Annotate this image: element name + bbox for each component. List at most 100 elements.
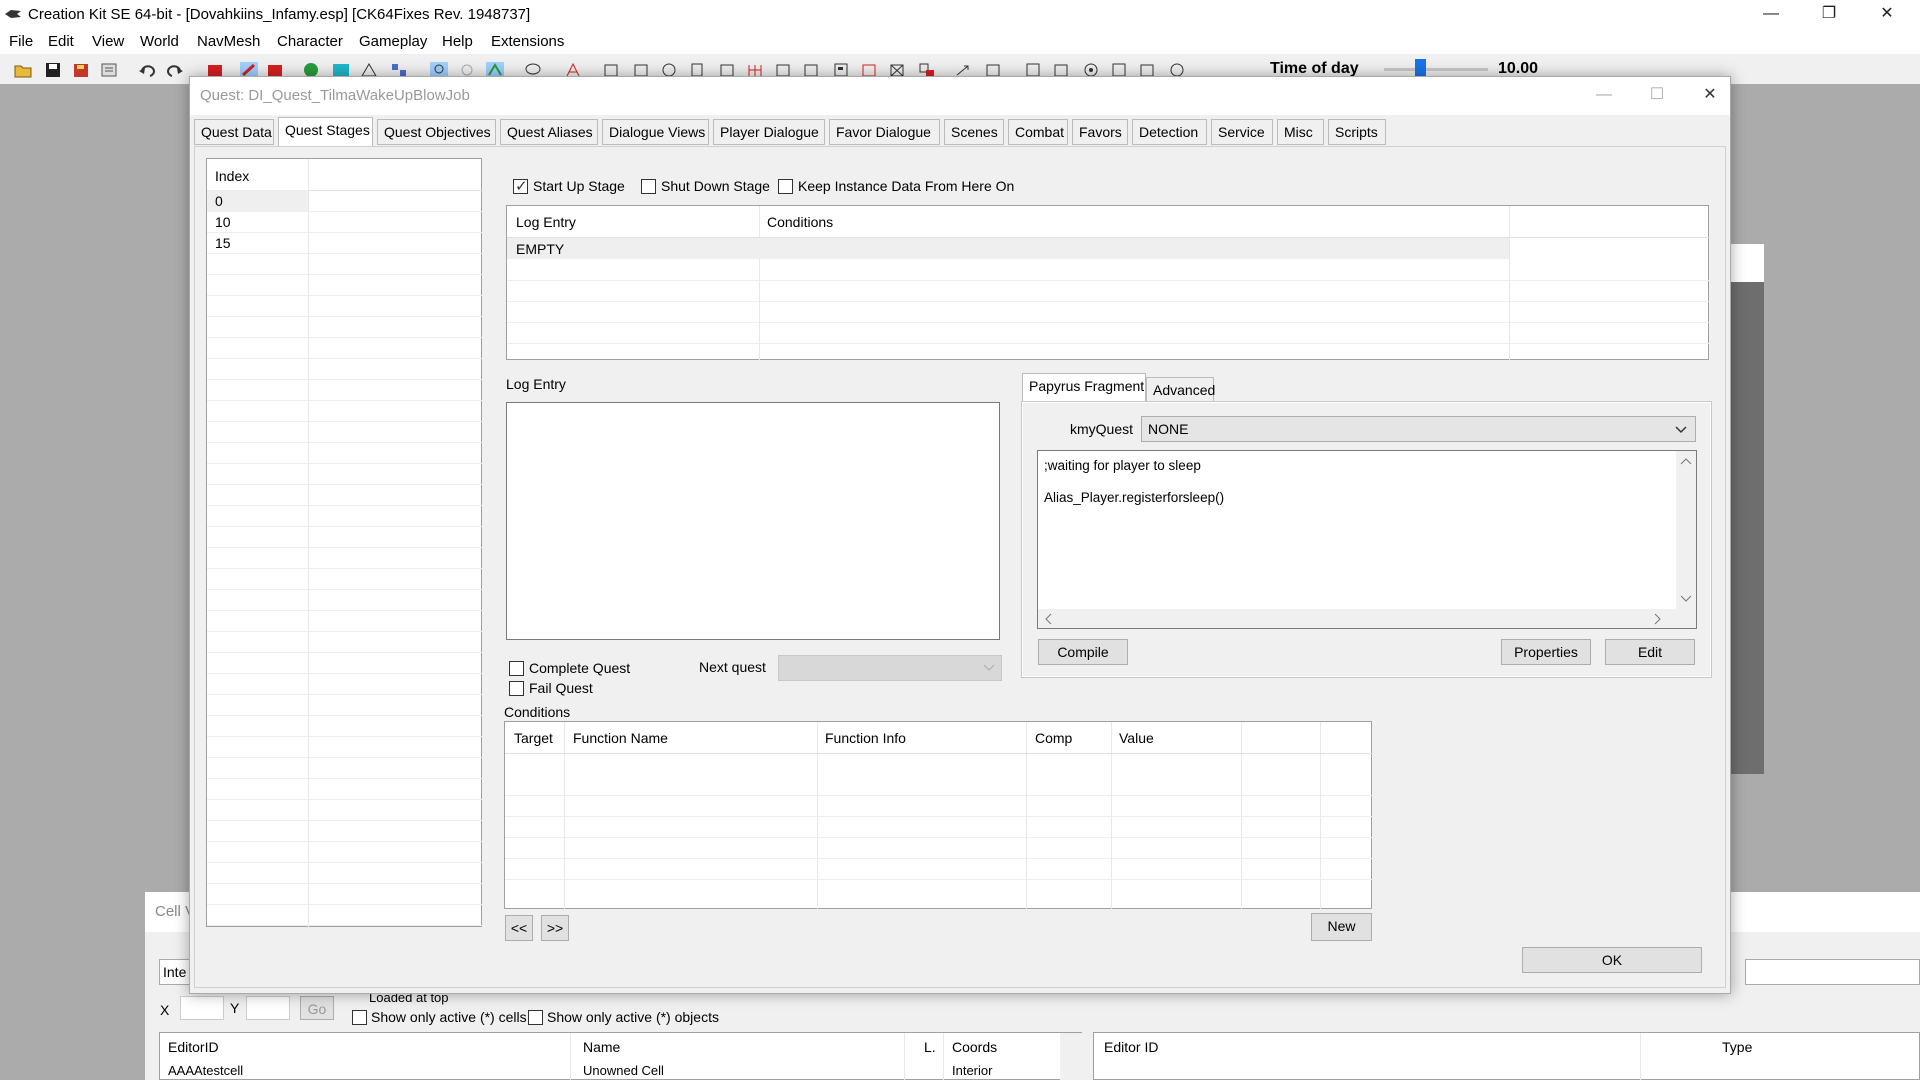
log-row-entry[interactable]: EMPTY bbox=[516, 241, 564, 257]
time-of-day-track[interactable] bbox=[1384, 68, 1488, 71]
tab-quest-stages[interactable]: Quest Stages bbox=[278, 117, 373, 147]
cell-list[interactable]: EditorID Name L. Coords AAAAtestcell Uno… bbox=[159, 1032, 1082, 1080]
tab-detection[interactable]: Detection bbox=[1132, 119, 1207, 145]
cell-col-editorid[interactable]: EditorID bbox=[168, 1039, 219, 1055]
go-button[interactable]: Go bbox=[300, 996, 334, 1020]
edit-button[interactable]: Edit bbox=[1605, 639, 1695, 665]
cell-row-name[interactable]: Unowned Cell bbox=[583, 1063, 664, 1078]
menu-gameplay[interactable]: Gameplay bbox=[359, 33, 427, 50]
menu-edit[interactable]: Edit bbox=[48, 33, 74, 50]
save-icon[interactable] bbox=[44, 62, 62, 78]
menu-extensions[interactable]: Extensions bbox=[491, 33, 564, 50]
menu-character[interactable]: Character bbox=[277, 33, 343, 50]
cond-col-function-name[interactable]: Function Name bbox=[573, 730, 668, 746]
script-vscrollbar[interactable] bbox=[1676, 451, 1696, 609]
ok-button[interactable]: OK bbox=[1522, 947, 1702, 973]
tab-favors[interactable]: Favors bbox=[1072, 119, 1128, 145]
cell-row-editorid[interactable]: AAAAtestcell bbox=[168, 1063, 243, 1078]
cell-filter-input[interactable] bbox=[1745, 959, 1920, 985]
only-active-cells-checkbox[interactable] bbox=[352, 1010, 367, 1025]
cell-col-l[interactable]: L. bbox=[924, 1039, 936, 1055]
script-hscrollbar[interactable] bbox=[1038, 609, 1696, 628]
tab-misc[interactable]: Misc bbox=[1277, 119, 1324, 145]
stage-index-list[interactable]: Index 0 10 15 bbox=[206, 158, 483, 928]
cell-row-coords[interactable]: Interior bbox=[952, 1063, 992, 1078]
preferences-icon[interactable] bbox=[100, 62, 118, 78]
index-grid-line bbox=[207, 232, 483, 233]
save-all-icon[interactable] bbox=[72, 62, 90, 78]
index-row[interactable]: 15 bbox=[215, 235, 231, 251]
next-quest-select[interactable] bbox=[778, 655, 1002, 681]
chevron-down-icon[interactable] bbox=[1680, 595, 1692, 603]
cell-col-coords[interactable]: Coords bbox=[952, 1039, 997, 1055]
restore-button[interactable]: ❐ bbox=[1800, 0, 1858, 30]
menu-view[interactable]: View bbox=[92, 33, 124, 50]
log-col-conditions[interactable]: Conditions bbox=[767, 214, 833, 230]
redo-icon[interactable] bbox=[166, 62, 184, 78]
open-folder-icon[interactable] bbox=[14, 62, 32, 78]
minimize-button[interactable]: — bbox=[1742, 0, 1800, 30]
compile-button[interactable]: Compile bbox=[1038, 639, 1128, 665]
y-coord-input[interactable] bbox=[246, 996, 290, 1020]
cond-col-value[interactable]: Value bbox=[1119, 730, 1154, 746]
menu-help[interactable]: Help bbox=[442, 33, 473, 50]
tab-papyrus-fragment[interactable]: Papyrus Fragment bbox=[1022, 373, 1146, 403]
tab-service[interactable]: Service bbox=[1211, 119, 1273, 145]
tab-dialogue-views[interactable]: Dialogue Views bbox=[602, 119, 709, 145]
cond-col-target[interactable]: Target bbox=[514, 730, 553, 746]
only-active-cells-label: Show only active (*) cells bbox=[371, 1009, 527, 1025]
index-grid-line bbox=[207, 400, 483, 401]
papyrus-script-editor[interactable]: ;waiting for player to sleep Alias_Playe… bbox=[1037, 450, 1697, 629]
cond-col-comp[interactable]: Comp bbox=[1035, 730, 1072, 746]
log-entry-textarea[interactable] bbox=[506, 402, 1000, 640]
next-stage-button[interactable]: >> bbox=[541, 915, 569, 941]
chevron-down-icon bbox=[1675, 426, 1687, 434]
start-up-stage-checkbox[interactable] bbox=[513, 177, 528, 195]
tab-quest-aliases[interactable]: Quest Aliases bbox=[500, 119, 598, 145]
tab-combat[interactable]: Combat bbox=[1008, 119, 1068, 145]
tab-quest-data[interactable]: Quest Data bbox=[194, 119, 274, 145]
tab-advanced[interactable]: Advanced bbox=[1146, 377, 1215, 403]
object-col-type-label[interactable]: Type bbox=[1722, 1039, 1752, 1055]
chevron-left-icon[interactable] bbox=[1044, 613, 1052, 625]
only-active-objects-checkbox[interactable] bbox=[528, 1010, 543, 1025]
kmyquest-select[interactable]: NONE bbox=[1141, 416, 1696, 442]
undo-icon[interactable] bbox=[138, 62, 156, 78]
index-row[interactable]: 0 bbox=[215, 193, 223, 209]
object-list[interactable]: Editor ID Type bbox=[1093, 1032, 1920, 1080]
conditions-table[interactable]: Target Function Name Function Info Comp … bbox=[504, 721, 1373, 910]
shut-down-stage-checkbox[interactable] bbox=[641, 179, 656, 194]
properties-button[interactable]: Properties bbox=[1501, 639, 1591, 665]
prev-stage-button[interactable]: << bbox=[505, 915, 533, 941]
dialog-close-button[interactable]: ✕ bbox=[1690, 81, 1730, 111]
index-grid-line bbox=[207, 883, 483, 884]
tab-scripts[interactable]: Scripts bbox=[1328, 119, 1386, 145]
cell-list-scrollbar[interactable] bbox=[1060, 1033, 1082, 1080]
menu-navmesh[interactable]: NavMesh bbox=[197, 33, 260, 50]
tab-player-dialogue[interactable]: Player Dialogue bbox=[713, 119, 825, 145]
tab-favor-dialogue[interactable]: Favor Dialogue bbox=[829, 119, 940, 145]
log-entries-table[interactable]: Log Entry Conditions EMPTY bbox=[506, 205, 1710, 361]
index-row[interactable]: 10 bbox=[215, 214, 231, 230]
tab-scenes[interactable]: Scenes bbox=[944, 119, 1004, 145]
object-col-editorid[interactable]: Editor ID bbox=[1104, 1039, 1158, 1055]
x-coord-input[interactable] bbox=[180, 996, 224, 1020]
close-button[interactable]: ✕ bbox=[1858, 0, 1916, 30]
keep-instance-checkbox[interactable] bbox=[778, 179, 793, 194]
complete-quest-checkbox[interactable] bbox=[509, 661, 524, 676]
chevron-right-icon[interactable] bbox=[1654, 613, 1662, 625]
log-col-entry[interactable]: Log Entry bbox=[516, 214, 576, 230]
tab-quest-objectives[interactable]: Quest Objectives bbox=[377, 119, 496, 145]
chevron-up-icon[interactable] bbox=[1680, 457, 1692, 465]
menu-world[interactable]: World bbox=[140, 33, 179, 50]
dialog-maximize-button[interactable]: ☐ bbox=[1637, 81, 1677, 111]
index-col-header[interactable]: Index bbox=[215, 168, 249, 184]
cond-col-function-info[interactable]: Function Info bbox=[825, 730, 906, 746]
index-grid-line bbox=[207, 715, 483, 716]
dialog-minimize-button[interactable]: — bbox=[1584, 81, 1624, 111]
new-condition-button[interactable]: New bbox=[1311, 913, 1372, 941]
fail-quest-checkbox[interactable] bbox=[509, 681, 524, 696]
kmyquest-value: NONE bbox=[1148, 421, 1189, 437]
cell-col-name[interactable]: Name bbox=[583, 1039, 620, 1055]
menu-file[interactable]: File bbox=[9, 33, 33, 50]
